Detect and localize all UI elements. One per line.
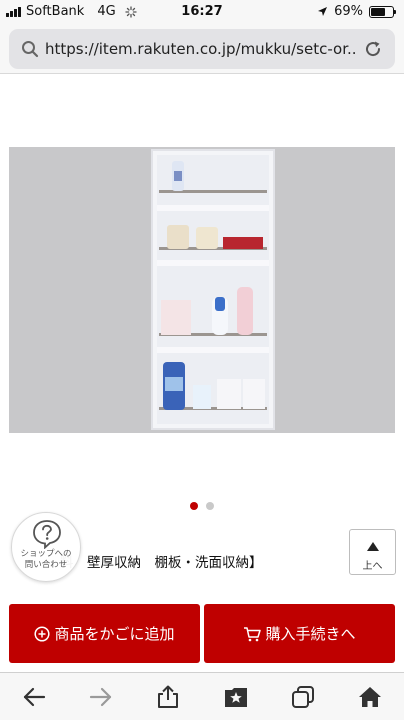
question-icon	[33, 520, 61, 549]
back-icon	[23, 687, 45, 706]
address-bar-area: https://item.rakuten.co.jp/mukku/setc-or…	[0, 24, 404, 74]
home-icon	[359, 686, 382, 707]
scroll-top-button[interactable]: 上へ	[349, 529, 396, 575]
carousel-dot-2[interactable]	[206, 502, 214, 510]
tabs-button[interactable]	[283, 677, 323, 717]
bookmarks-button[interactable]	[216, 677, 256, 717]
forward-button[interactable]	[81, 677, 121, 717]
share-icon	[158, 685, 179, 708]
up-arrow-icon	[367, 542, 379, 551]
address-bar[interactable]: https://item.rakuten.co.jp/mukku/setc-or…	[9, 29, 395, 69]
home-button[interactable]	[350, 677, 390, 717]
bathroom-shelf-image	[9, 147, 395, 433]
add-to-cart-label: 商品をかごに追加	[54, 625, 175, 643]
scroll-top-label: 上へ	[362, 561, 383, 572]
checkout-button[interactable]: 購入手続きへ	[204, 604, 395, 663]
status-bar: SoftBank 4G 16:27 69%	[0, 0, 404, 24]
browser-toolbar	[0, 672, 404, 720]
tabs-icon	[291, 685, 314, 708]
battery-icon	[369, 5, 396, 18]
checkout-label: 購入手続きへ	[265, 625, 356, 643]
url-text[interactable]: https://item.rakuten.co.jp/mukku/setc-or…	[45, 40, 355, 58]
add-to-cart-button[interactable]: 商品をかごに追加	[9, 604, 200, 663]
back-button[interactable]	[14, 677, 54, 717]
cart-icon	[244, 626, 262, 641]
share-button[interactable]	[148, 677, 188, 717]
reload-icon[interactable]	[363, 39, 383, 59]
carousel-dot-1[interactable]	[190, 502, 198, 510]
location-arrow-icon	[318, 7, 328, 16]
battery-percent: 69%	[334, 4, 363, 19]
product-image[interactable]	[9, 147, 395, 433]
search-icon	[22, 41, 39, 58]
bookmarks-icon	[224, 687, 247, 707]
shop-inquiry-button[interactable]: ショップへの 問い合わせ	[11, 512, 81, 582]
plus-circle-icon	[34, 625, 51, 642]
carousel-dots	[0, 502, 404, 512]
battery-level	[371, 7, 386, 16]
forward-icon	[89, 687, 112, 706]
shop-inquiry-label: ショップへの 問い合わせ	[20, 549, 72, 570]
product-title: 料 壁厚収納 棚板・洗面収納】	[60, 555, 263, 571]
purchase-actions: 商品をかごに追加 購入手続きへ	[9, 604, 395, 663]
